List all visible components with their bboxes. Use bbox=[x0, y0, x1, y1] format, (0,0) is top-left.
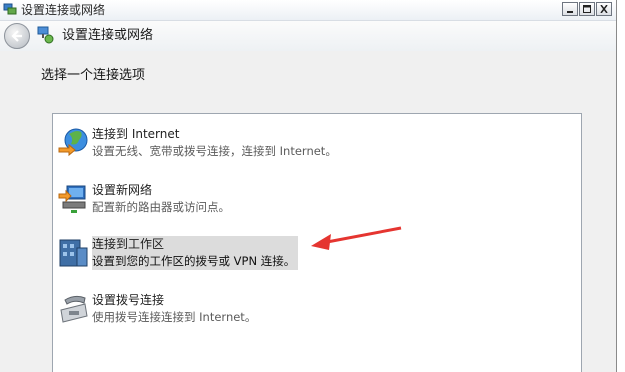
dialup-modem-icon bbox=[60, 295, 88, 323]
option-title: 连接到工作区 bbox=[92, 237, 165, 251]
network-setup-icon bbox=[37, 26, 54, 44]
globe-icon bbox=[58, 128, 88, 157]
back-arrow-icon bbox=[11, 30, 22, 42]
minimize-icon bbox=[567, 11, 573, 13]
page-title: 设置连接或网络 bbox=[62, 28, 154, 43]
navigation-bar: 设置连接或网络 bbox=[0, 21, 616, 51]
workplace-building-icon bbox=[59, 239, 88, 267]
option-description: 设置到您的工作区的拨号或 VPN 连接。 bbox=[92, 254, 296, 268]
minimize-button[interactable] bbox=[562, 2, 578, 16]
option-title: 设置新网络 bbox=[92, 183, 153, 197]
option-title: 设置拨号连接 bbox=[92, 293, 165, 307]
close-icon bbox=[600, 5, 608, 13]
title-bar: 设置连接或网络 bbox=[0, 0, 616, 21]
annotation-arrow-icon bbox=[311, 226, 402, 250]
window-title: 设置连接或网络 bbox=[21, 3, 106, 17]
back-button[interactable] bbox=[4, 23, 30, 49]
option-setup-dialup[interactable]: 设置拨号连接 使用拨号连接连接到 Internet。 bbox=[57, 292, 557, 332]
network-icon bbox=[3, 3, 17, 15]
option-setup-network[interactable]: 设置新网络 配置新的路由器或访问点。 bbox=[57, 182, 557, 222]
maximize-icon bbox=[583, 5, 591, 13]
caption-buttons bbox=[562, 2, 612, 16]
option-description: 设置无线、宽带或拨号连接，连接到 Internet。 bbox=[92, 144, 337, 158]
setup-connection-window: 设置连接或网络 设置连接或网络 选择一个连接选项 连接到 Internet 设置… bbox=[0, 0, 617, 372]
background-window-edge bbox=[617, 0, 625, 372]
selected-highlight: 连接到工作区 设置到您的工作区的拨号或 VPN 连接。 bbox=[92, 236, 299, 270]
instruction-heading: 选择一个连接选项 bbox=[41, 68, 146, 83]
router-icon bbox=[58, 185, 86, 213]
option-title: 连接到 Internet bbox=[92, 127, 180, 141]
option-description: 配置新的路由器或访问点。 bbox=[92, 200, 230, 214]
option-description: 使用拨号连接连接到 Internet。 bbox=[92, 310, 257, 324]
maximize-button[interactable] bbox=[579, 2, 595, 16]
option-connect-internet[interactable]: 连接到 Internet 设置无线、宽带或拨号连接，连接到 Internet。 bbox=[57, 126, 557, 166]
close-button[interactable] bbox=[596, 2, 612, 16]
